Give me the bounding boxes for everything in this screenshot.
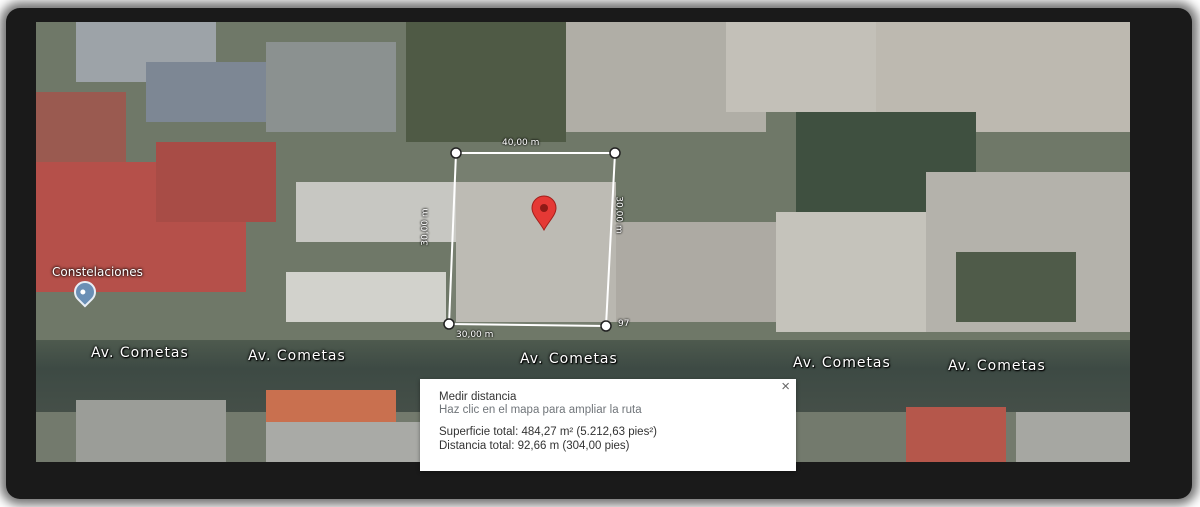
measure-vertex-handle[interactable] — [450, 147, 462, 159]
total-area: Superficie total: 484,27 m² (5.212,63 pi… — [439, 426, 657, 438]
street-label: Av. Cometas — [248, 348, 346, 364]
measure-vertex-handle[interactable] — [600, 320, 612, 332]
measure-label-corner: 97 — [618, 319, 630, 329]
panel-title: Medir distancia — [439, 391, 517, 403]
measurement-outline[interactable] — [447, 152, 617, 328]
measure-label-top: 40,00 m — [502, 138, 540, 148]
street-label: Av. Cometas — [520, 351, 618, 367]
close-icon[interactable]: × — [781, 379, 790, 394]
map-pin-icon[interactable] — [529, 195, 559, 231]
measure-vertex-handle[interactable] — [609, 147, 621, 159]
street-label: Av. Cometas — [91, 345, 189, 361]
street-label: Av. Cometas — [948, 358, 1046, 374]
panel-subtitle: Haz clic en el mapa para ampliar la ruta — [439, 404, 642, 416]
measure-distance-panel: Medir distancia Haz clic en el mapa para… — [420, 379, 796, 471]
measure-label-bottom: 30,00 m — [456, 330, 494, 340]
measure-vertex-handle[interactable] — [443, 318, 455, 330]
place-label[interactable]: Constelaciones — [52, 265, 143, 279]
street-label: Av. Cometas — [793, 355, 891, 371]
total-distance: Distancia total: 92,66 m (304,00 pies) — [439, 440, 630, 452]
measure-label-left: 30,00 m — [420, 208, 431, 246]
measure-label-right: 30,00 m — [613, 196, 624, 234]
